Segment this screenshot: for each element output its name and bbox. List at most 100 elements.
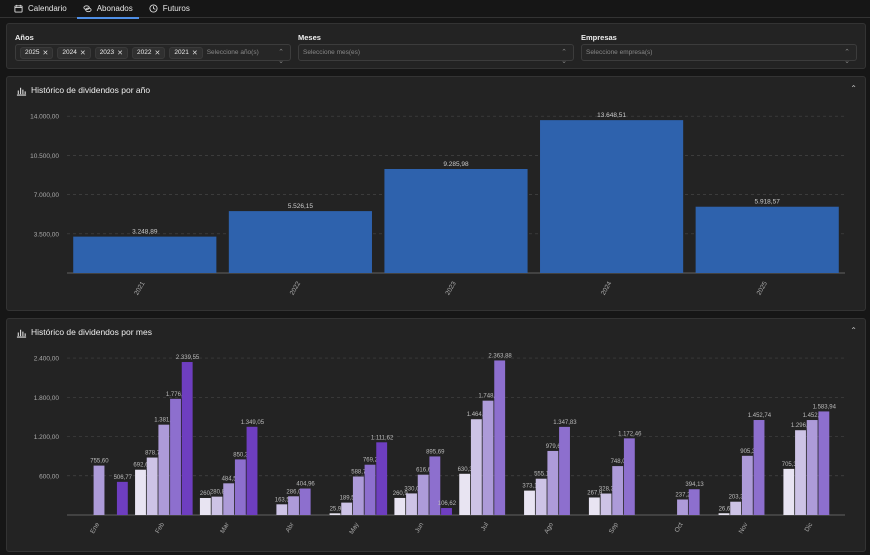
years-select[interactable]: 2025 ✕ 2024 ✕ 2023 ✕ 2022 ✕ 2021 ✕ Seleccione año(…: [15, 44, 291, 65]
month-bar[interactable]: [741, 455, 753, 515]
month-bar[interactable]: [524, 490, 535, 515]
month-bar[interactable]: [181, 362, 193, 515]
remove-chip-icon[interactable]: ✕: [155, 49, 161, 57]
x-tick-label: Dic: [804, 521, 815, 533]
tab-label: Calendario: [28, 4, 67, 13]
tab-futuros[interactable]: Futuros: [141, 0, 198, 18]
year-chip: 2025 ✕: [20, 46, 54, 59]
yearly-panel-title: Histórico de dividendos por año: [31, 85, 151, 95]
bar-value-label: 769,2: [363, 458, 379, 464]
x-tick-label: 2021: [133, 280, 146, 296]
month-bar[interactable]: [146, 457, 158, 515]
month-bar[interactable]: [600, 493, 612, 515]
x-tick-label: 2024: [600, 280, 613, 296]
month-bar[interactable]: [364, 464, 376, 515]
yearly-chart: 3.500,00 7.000,00 10.500,00 14.000,00 3.248,…: [30, 112, 845, 297]
month-bar[interactable]: [199, 498, 211, 515]
remove-chip-icon[interactable]: ✕: [192, 49, 198, 57]
month-bar[interactable]: [612, 466, 624, 515]
companies-select[interactable]: Seleccione empresa(s) ⌃ ⌄: [581, 44, 857, 65]
chevron-up-icon[interactable]: ⌃: [850, 326, 857, 335]
month-bar[interactable]: [783, 468, 795, 515]
month-bar[interactable]: [494, 360, 506, 515]
calendar-icon: [14, 4, 23, 13]
bar-value-label: 404,96: [296, 482, 315, 488]
y-tick-label: 1.800,00: [34, 395, 60, 402]
year-bar[interactable]: [695, 206, 839, 273]
month-bar[interactable]: [806, 420, 818, 515]
remove-chip-icon[interactable]: ✕: [42, 49, 48, 57]
x-tick-label: 2022: [289, 280, 302, 296]
tab-label: Abonados: [96, 4, 133, 13]
x-tick-label: Jul: [480, 521, 490, 532]
bar-value-label: 1.347,83: [553, 420, 577, 426]
month-bar[interactable]: [234, 459, 246, 515]
month-bar[interactable]: [352, 476, 364, 515]
month-bar[interactable]: [246, 426, 258, 515]
month-bar[interactable]: [441, 508, 452, 515]
month-bar[interactable]: [677, 499, 688, 515]
chevron-updown-icon: ⌃ ⌄: [278, 49, 284, 65]
remove-chip-icon[interactable]: ✕: [117, 49, 123, 57]
bar-value-label: 2.339,55: [176, 355, 200, 361]
year-bar[interactable]: [228, 211, 372, 273]
x-tick-label: Jun: [414, 521, 425, 534]
month-bar[interactable]: [623, 438, 635, 515]
year-chip-label: 2021: [174, 49, 189, 56]
month-bar[interactable]: [535, 478, 547, 515]
bar-value-label: 506,77: [114, 475, 133, 481]
bar-value-label: 1.349,05: [241, 420, 265, 426]
year-bar[interactable]: [540, 120, 684, 273]
month-bar[interactable]: [482, 400, 494, 515]
month-bar[interactable]: [470, 419, 482, 515]
bar-value-label: 588,7: [351, 470, 367, 476]
month-bar[interactable]: [588, 497, 600, 515]
year-chip-label: 2022: [137, 49, 152, 56]
tab-abonados[interactable]: Abonados: [75, 0, 141, 19]
month-bar[interactable]: [135, 469, 146, 515]
remove-chip-icon[interactable]: ✕: [80, 49, 86, 57]
month-bar[interactable]: [417, 474, 429, 515]
month-bar[interactable]: [547, 450, 559, 515]
bar-value-label: 203,3: [729, 495, 745, 501]
month-bar[interactable]: [211, 496, 223, 515]
bar-value-label: 1.172,46: [618, 431, 642, 437]
bar-value-label: 895,69: [426, 449, 445, 455]
month-bar[interactable]: [299, 488, 311, 515]
monthly-dividends-panel: Histórico de dividendos por mes ⌃ 600,00…: [6, 318, 866, 552]
year-chip-label: 2025: [25, 49, 40, 56]
month-bar[interactable]: [376, 442, 388, 515]
bar-value-label: 5.526,15: [288, 203, 314, 210]
bar-chart-icon: [16, 87, 27, 96]
month-bar[interactable]: [818, 411, 830, 515]
tab-calendario[interactable]: Calendario: [6, 0, 75, 18]
month-bar[interactable]: [394, 497, 406, 515]
tab-label: Futuros: [162, 4, 190, 13]
months-select[interactable]: Seleccione mes(es) ⌃ ⌄: [298, 44, 574, 65]
month-bar[interactable]: [276, 504, 288, 515]
month-bar[interactable]: [341, 502, 353, 515]
month-bar[interactable]: [158, 424, 170, 515]
month-bar[interactable]: [718, 513, 730, 515]
month-bar[interactable]: [170, 398, 181, 515]
month-bar[interactable]: [329, 513, 341, 515]
month-bar[interactable]: [223, 483, 235, 515]
companies-placeholder: Seleccione empresa(s): [586, 49, 653, 56]
year-bar[interactable]: [73, 236, 217, 273]
month-bar[interactable]: [459, 473, 471, 515]
month-bar[interactable]: [730, 501, 742, 515]
month-bar[interactable]: [93, 465, 105, 515]
month-bar[interactable]: [288, 496, 299, 515]
bar-value-label: 616,6: [416, 468, 432, 474]
year-bar[interactable]: [384, 168, 528, 273]
chevron-up-icon[interactable]: ⌃: [850, 84, 857, 93]
month-bar[interactable]: [559, 426, 570, 515]
month-bar[interactable]: [116, 481, 128, 515]
x-tick-label: Ago: [543, 521, 555, 535]
bar-value-label: 2.363,88: [488, 353, 512, 359]
month-bar[interactable]: [406, 493, 417, 515]
month-bar[interactable]: [688, 489, 700, 515]
bar-value-label: 979,6: [546, 444, 562, 450]
month-bar[interactable]: [753, 420, 765, 515]
month-bar[interactable]: [795, 430, 806, 515]
